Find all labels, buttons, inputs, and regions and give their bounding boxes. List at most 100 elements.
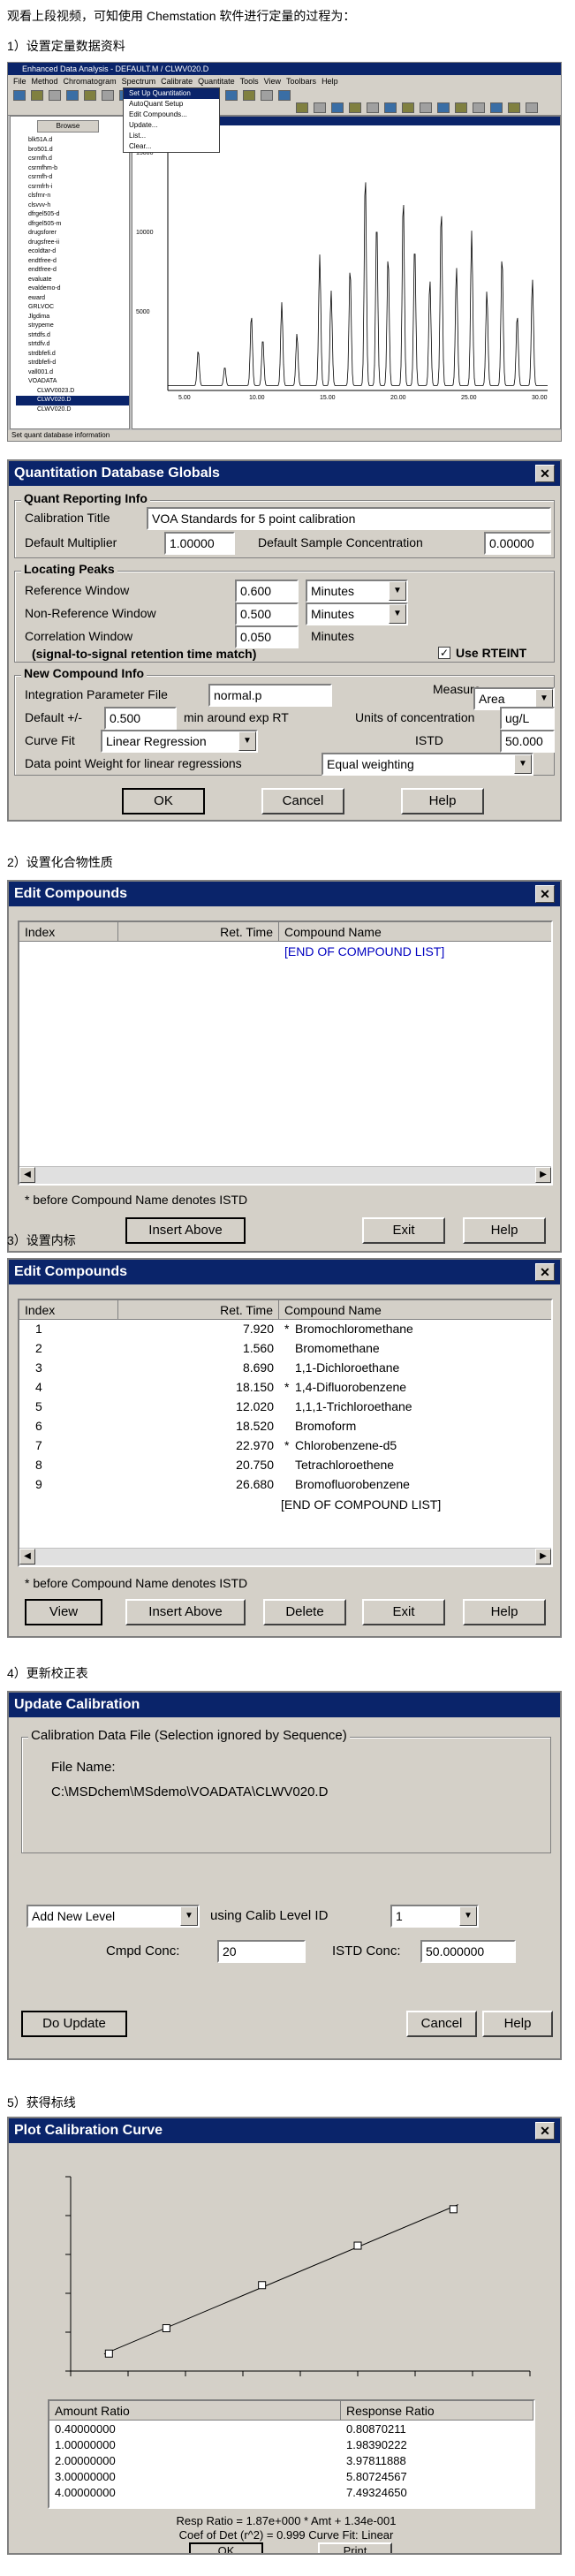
toolbar-icon[interactable]: [66, 90, 79, 101]
row-index[interactable]: 7: [35, 1438, 42, 1452]
ws-file-item[interactable]: ecoldtar-d: [16, 247, 129, 257]
ws-file-item[interactable]: VOADATA: [16, 377, 129, 387]
ws-file-item[interactable]: strypeme: [16, 322, 129, 331]
ws-file-item[interactable]: GRLVOC: [16, 303, 129, 313]
insert-above-button[interactable]: Insert Above: [125, 1217, 246, 1244]
row-index[interactable]: 9: [35, 1477, 42, 1491]
cmpd-conc-input[interactable]: 20: [217, 1940, 306, 1963]
ws-file-item[interactable]: endtfree-d: [16, 266, 129, 276]
row-compound-name[interactable]: Bromomethane: [295, 1341, 380, 1355]
scroll-left-icon[interactable]: ◀: [19, 1549, 35, 1565]
row-index[interactable]: 3: [35, 1360, 42, 1375]
default-multiplier-input[interactable]: 1.00000: [164, 532, 235, 555]
corr-window-input[interactable]: 0.050: [235, 625, 299, 648]
toolbar-icon[interactable]: [296, 102, 308, 113]
do-update-button[interactable]: Do Update: [21, 2011, 127, 2037]
ok-button[interactable]: OK: [189, 2542, 263, 2553]
horizontal-scrollbar[interactable]: ◀ ▶: [19, 1166, 551, 1184]
cancel-button[interactable]: Cancel: [261, 788, 344, 814]
toolbar-icon[interactable]: [437, 102, 450, 113]
insert-above-button[interactable]: Insert Above: [125, 1599, 246, 1625]
use-rteint-checkbox[interactable]: ✓: [438, 647, 450, 659]
row-compound-name[interactable]: Bromofluorobenzene: [295, 1477, 410, 1491]
nonref-window-unit-select[interactable]: Minutes ▼: [306, 602, 408, 625]
ws-file-item[interactable]: csrmfrh-i: [16, 183, 129, 193]
ws-menu-item[interactable]: View: [264, 77, 281, 86]
compound-list[interactable]: Index Ret. Time Compound Name 1 7.920 * Bro…: [18, 1299, 553, 1567]
row-compound-name[interactable]: 1,4-Difluorobenzene: [295, 1380, 406, 1394]
row-ret-time[interactable]: 18.150: [118, 1380, 274, 1394]
help-button[interactable]: Help: [482, 2011, 553, 2037]
close-icon[interactable]: ✕: [535, 1263, 555, 1281]
col-header-name[interactable]: Compound Name: [279, 922, 551, 942]
ws-file-item[interactable]: strtdfs.d: [16, 331, 129, 341]
ws-file-item[interactable]: strtdfv.d: [16, 340, 129, 350]
horizontal-scrollbar[interactable]: ◀ ▶: [19, 1548, 551, 1565]
row-ret-time[interactable]: 26.680: [118, 1477, 274, 1491]
ws-file-item[interactable]: clsfrnr-n: [16, 192, 129, 201]
toolbar-icon[interactable]: [243, 90, 255, 101]
ws-file-item[interactable]: blk51A.d: [16, 136, 129, 146]
ws-file-item[interactable]: drugsforer: [16, 229, 129, 239]
ws-menu-option[interactable]: AutoQuant Setup: [124, 99, 219, 110]
integration-file-input[interactable]: normal.p: [208, 684, 332, 707]
row-compound-name[interactable]: Chlorobenzene-d5: [295, 1438, 397, 1452]
weight-select[interactable]: Equal weighting ▼: [322, 753, 533, 776]
scroll-right-icon[interactable]: ▶: [535, 1167, 551, 1183]
toolbar-icon[interactable]: [278, 90, 291, 101]
toolbar-icon[interactable]: [420, 102, 432, 113]
ws-file-item[interactable]: Jlgdima: [16, 313, 129, 322]
scroll-right-icon[interactable]: ▶: [535, 1549, 551, 1565]
default-pm-input[interactable]: 0.500: [104, 707, 177, 730]
ref-window-unit-select[interactable]: Minutes ▼: [306, 580, 408, 602]
curve-fit-select[interactable]: Linear Regression ▼: [101, 730, 258, 753]
col-header-index[interactable]: Index: [19, 922, 118, 942]
row-ret-time[interactable]: 12.020: [118, 1399, 274, 1413]
toolbar-icon[interactable]: [84, 90, 96, 101]
ws-menu-item[interactable]: Toolbars: [286, 77, 316, 86]
ws-file-item[interactable]: CLWV020.D: [16, 405, 129, 415]
row-ret-time[interactable]: 1.560: [118, 1341, 274, 1355]
row-index[interactable]: 8: [35, 1458, 42, 1472]
close-icon[interactable]: ✕: [535, 2122, 555, 2140]
scroll-left-icon[interactable]: ◀: [19, 1167, 35, 1183]
toolbar-icon[interactable]: [473, 102, 485, 113]
toolbar-icon[interactable]: [455, 102, 467, 113]
units-input[interactable]: ug/L: [500, 707, 555, 730]
ws-file-item[interactable]: strdbfefi.d: [16, 350, 129, 360]
toolbar-icon[interactable]: [526, 102, 538, 113]
ws-browse-button[interactable]: Browse: [37, 120, 99, 133]
istd-input[interactable]: 50.000: [500, 730, 555, 753]
col-header-index[interactable]: Index: [19, 1300, 118, 1320]
toolbar-icon[interactable]: [384, 102, 397, 113]
row-index[interactable]: 6: [35, 1419, 42, 1433]
ws-menu-option[interactable]: Update...: [124, 120, 219, 131]
toolbar-icon[interactable]: [31, 90, 43, 101]
ws-menu-option[interactable]: Edit Compounds...: [124, 110, 219, 120]
ws-menu-option[interactable]: Clear...: [124, 141, 219, 152]
row-compound-name[interactable]: 1,1-Dichloroethane: [295, 1360, 399, 1375]
row-ret-time[interactable]: 22.970: [118, 1438, 274, 1452]
toolbar-icon[interactable]: [349, 102, 361, 113]
row-ret-time[interactable]: 18.520: [118, 1419, 274, 1433]
toolbar-icon[interactable]: [508, 102, 520, 113]
ws-file-item[interactable]: endtfree-d: [16, 257, 129, 267]
ws-menu-item[interactable]: Spectrum: [122, 77, 156, 86]
close-icon[interactable]: ✕: [535, 465, 555, 482]
ws-file-item[interactable]: clsvvv-h: [16, 201, 129, 211]
ws-menu-item[interactable]: Chromatogram: [64, 77, 117, 86]
help-button[interactable]: Help: [463, 1217, 546, 1244]
toolbar-icon[interactable]: [261, 90, 273, 101]
end-of-list-row[interactable]: [END OF COMPOUND LIST]: [284, 943, 444, 959]
ws-menu-item[interactable]: Tools: [240, 77, 259, 86]
ws-file-item[interactable]: bro501.d: [16, 146, 129, 155]
ws-menu-item[interactable]: Quantitate: [198, 77, 235, 86]
ws-file-item[interactable]: CLWV020.D: [16, 396, 129, 405]
close-icon[interactable]: ✕: [535, 885, 555, 903]
ws-file-item[interactable]: csrmfh.d: [16, 155, 129, 164]
ws-file-item[interactable]: CLWV0023.D: [16, 387, 129, 397]
calibration-title-input[interactable]: VOA Standards for 5 point calibration: [147, 507, 551, 530]
exit-button[interactable]: Exit: [362, 1217, 445, 1244]
row-ret-time[interactable]: 7.920: [118, 1322, 274, 1336]
ws-menu-option[interactable]: Set Up Quantitation: [124, 88, 219, 99]
